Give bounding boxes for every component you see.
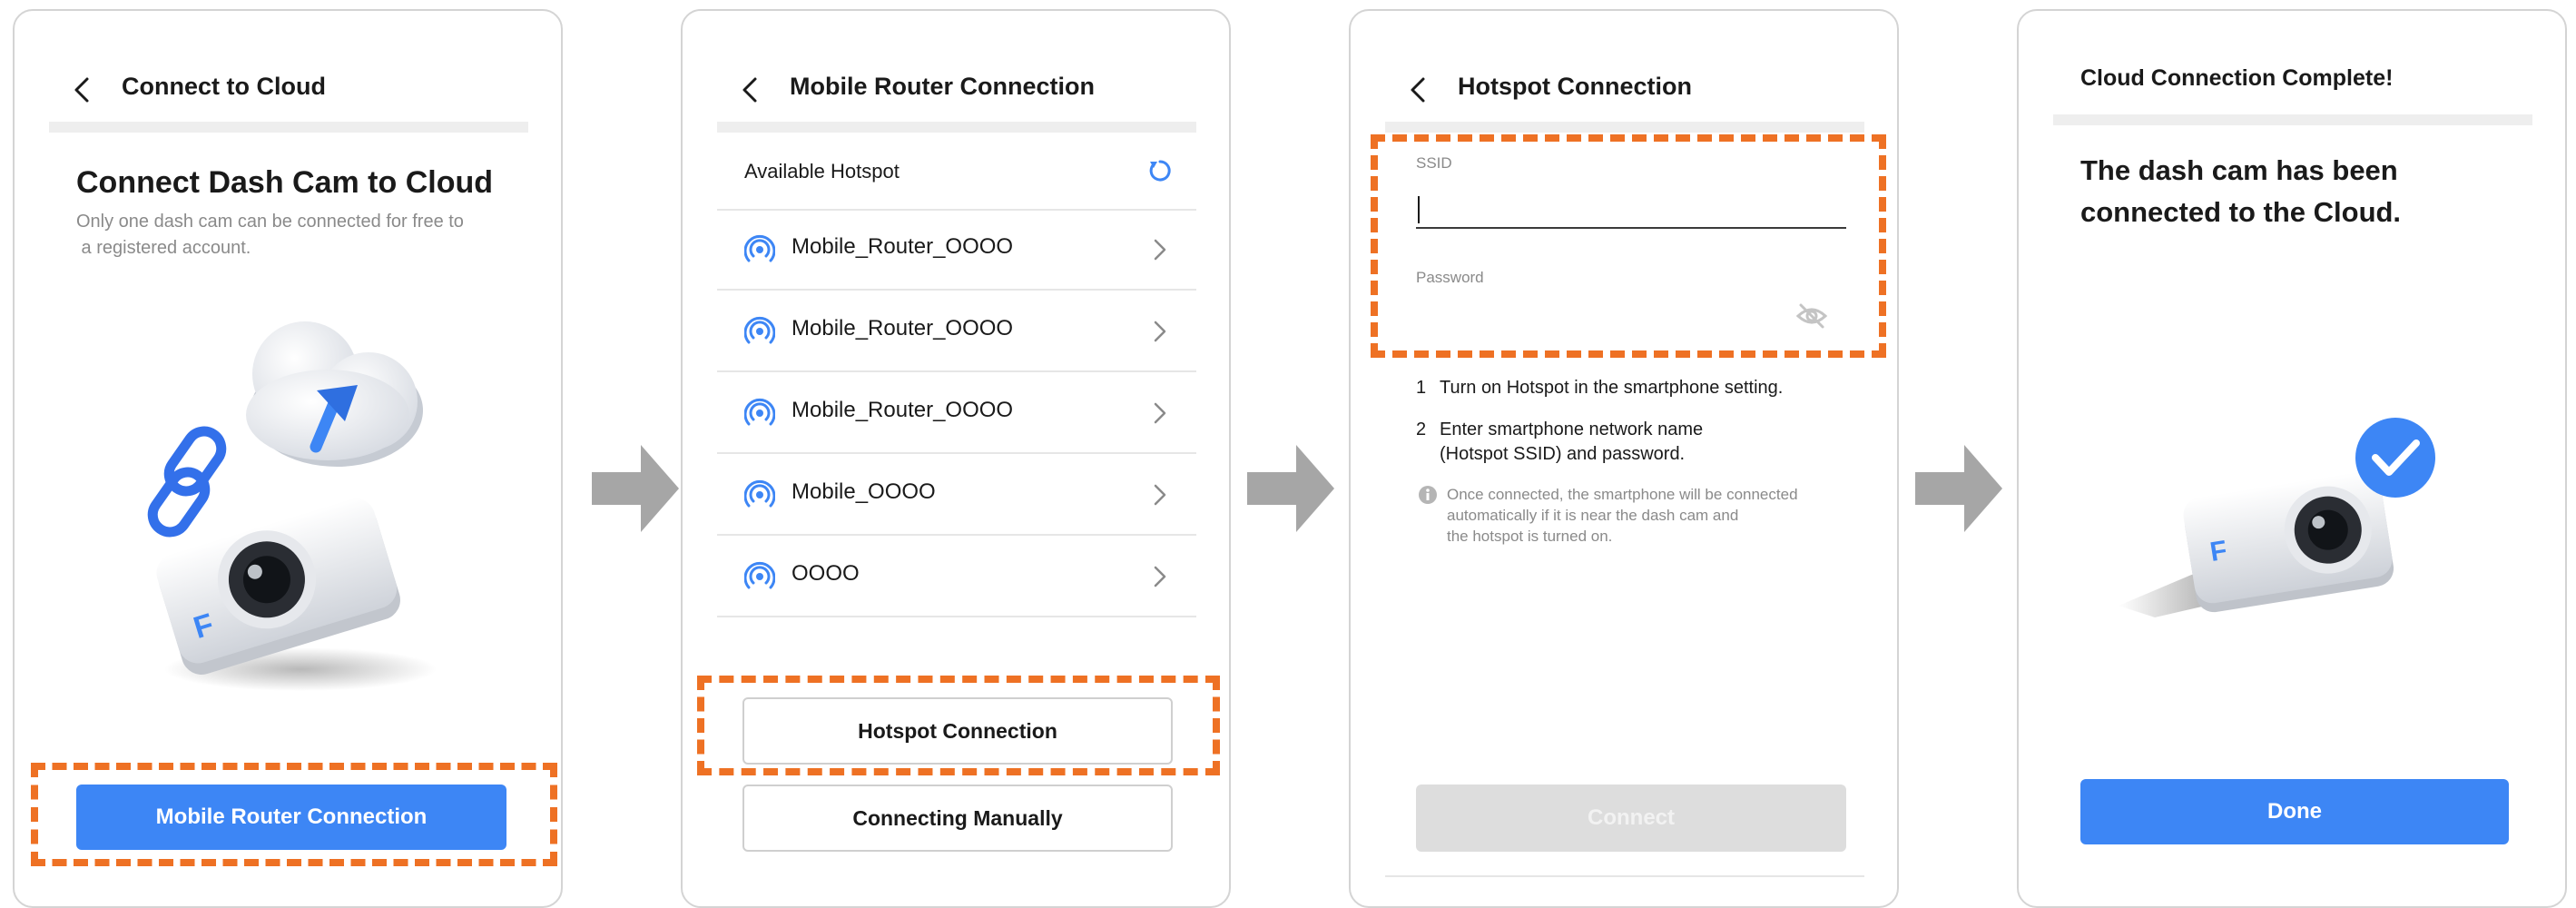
hotspot-list-item[interactable]: OOOO	[717, 536, 1196, 617]
right-arrow-icon	[1247, 445, 1334, 532]
step-1: 1 Turn on Hotspot in the smartphone setti…	[1416, 376, 1783, 400]
chevron-right-icon	[1154, 402, 1166, 424]
chevron-right-icon	[1154, 566, 1166, 587]
hotspot-name: Mobile_Router_OOOO	[791, 316, 1014, 340]
info-line-1: Once connected, the smartphone will be c…	[1447, 486, 1798, 503]
chevron-right-icon	[1154, 321, 1166, 342]
ssid-label: SSID	[1416, 154, 1452, 172]
cloud-dashcam-illustration: F	[147, 321, 437, 691]
connect-button[interactable]: Connect	[1416, 785, 1846, 852]
dash-cam-device: F	[2183, 471, 2394, 613]
header-divider	[2053, 114, 2532, 125]
hotspot-list-item[interactable]: Mobile_Router_OOOO	[717, 372, 1196, 454]
step-number: 2	[1416, 419, 1427, 439]
back-arrow-icon[interactable]	[71, 76, 94, 104]
refresh-icon[interactable]	[1147, 158, 1173, 183]
back-arrow-icon[interactable]	[739, 76, 762, 104]
hotspot-signal-icon	[744, 561, 775, 589]
chevron-right-icon	[1154, 484, 1166, 506]
hotspot-list-item[interactable]: Mobile_Router_OOOO	[717, 291, 1196, 372]
cloud-upload-icon	[246, 321, 423, 467]
header: Cloud Connection Complete!	[2019, 11, 2565, 133]
header: Connect to Cloud	[15, 11, 561, 133]
flow-arrow-3	[1915, 445, 2002, 532]
page-title: Hotspot Connection	[1458, 73, 1692, 100]
screen-mobile-router-connection: Mobile Router Connection Available Hotsp…	[681, 9, 1231, 908]
hotspot-connection-button[interactable]: Hotspot Connection	[742, 697, 1173, 765]
header-divider	[49, 122, 528, 133]
section-label: Available Hotspot	[744, 160, 900, 183]
flow-arrow-2	[1247, 445, 1334, 532]
header-divider	[717, 122, 1196, 133]
heading: Connect Dash Cam to Cloud	[76, 165, 494, 200]
description-line-1: Only one dash cam can be connected for f…	[76, 212, 464, 232]
header-divider	[1385, 122, 1864, 133]
ssid-input[interactable]	[1416, 183, 1846, 229]
hotspot-name: Mobile_Router_OOOO	[791, 234, 1014, 259]
page-title: Connect to Cloud	[122, 73, 326, 100]
flow-arrow-1	[592, 445, 679, 532]
hotspot-name: OOOO	[791, 561, 860, 586]
right-arrow-icon	[1915, 445, 2002, 532]
info-line-3: the hotspot is turned on.	[1447, 528, 1613, 545]
chevron-right-icon	[1154, 239, 1166, 261]
back-arrow-icon[interactable]	[1407, 76, 1431, 104]
password-label: Password	[1416, 269, 1484, 286]
checkmark-badge-icon	[2355, 418, 2435, 498]
success-message-line-1: The dash cam has been	[2080, 154, 2398, 186]
hotspot-signal-icon	[744, 234, 775, 262]
hotspot-signal-icon	[744, 398, 775, 426]
right-arrow-icon	[592, 445, 679, 532]
step-number: 1	[1416, 378, 1427, 398]
step-text-line-2: (Hotspot SSID) and password.	[1440, 444, 1686, 464]
hotspot-name: Mobile_OOOO	[791, 479, 936, 504]
success-message-line-2: connected to the Cloud.	[2080, 196, 2402, 228]
description-line-2: a registered account.	[76, 238, 251, 258]
screen-cloud-connection-complete: Cloud Connection Complete! The dash cam …	[2017, 9, 2567, 908]
header: Hotspot Connection	[1351, 11, 1897, 133]
hotspot-list-item[interactable]: Mobile_OOOO	[717, 454, 1196, 536]
link-chain-icon	[147, 426, 227, 538]
page-title: Cloud Connection Complete!	[2080, 65, 2394, 91]
header: Mobile Router Connection	[683, 11, 1229, 133]
password-input[interactable]	[1416, 294, 1846, 338]
info-line-2: automatically if it is near the dash cam…	[1447, 507, 1739, 524]
mobile-router-connection-button[interactable]: Mobile Router Connection	[76, 785, 506, 850]
info-icon	[1419, 486, 1437, 504]
page-title: Mobile Router Connection	[790, 73, 1095, 100]
bottom-divider	[1385, 875, 1864, 877]
connecting-manually-button[interactable]: Connecting Manually	[742, 785, 1173, 852]
screen-hotspot-connection: Hotspot Connection SSID Password 1 Turn o…	[1349, 9, 1899, 908]
text-cursor	[1418, 196, 1420, 223]
step-text: Enter smartphone network name	[1440, 419, 1704, 439]
eye-off-icon[interactable]	[1795, 301, 1828, 331]
screen-connect-to-cloud: Connect to Cloud Connect Dash Cam to Clo…	[13, 9, 563, 908]
connected-dashcam-illustration: F	[2119, 418, 2435, 617]
step-2: 2 Enter smartphone network name (Hotspot …	[1416, 418, 1703, 467]
hotspot-name: Mobile_Router_OOOO	[791, 398, 1014, 422]
done-button[interactable]: Done	[2080, 779, 2509, 844]
hotspot-signal-icon	[744, 316, 775, 344]
step-text: Turn on Hotspot in the smartphone settin…	[1440, 378, 1784, 398]
available-hotspot-header: Available Hotspot	[717, 133, 1196, 211]
hotspot-list-item[interactable]: Mobile_Router_OOOO	[717, 209, 1196, 291]
hotspot-signal-icon	[744, 479, 775, 508]
